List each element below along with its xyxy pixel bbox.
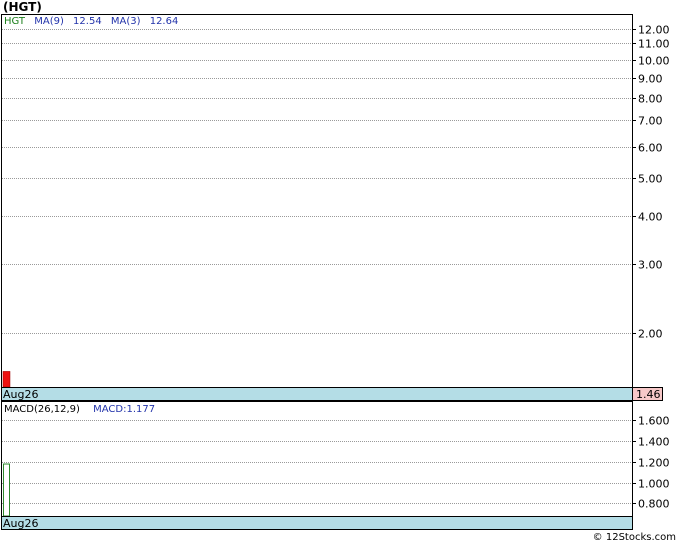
price-panel: 12.0011.00 10.00 9.00 8.00 7.00 6.00 5.00 4.00 3… — [1, 14, 670, 401]
last-price-label: 1.46 — [636, 388, 661, 401]
legend-ma3-value: 12.64 — [150, 16, 179, 27]
price-tick-label: 8.00 — [638, 93, 663, 106]
macd-panel: 1.600 1.400 1.200 1.000 0.800 Aug26 MACD(26,… — [1, 401, 670, 530]
macd-bars — [3, 463, 10, 517]
macd-legend: MACD(26,12,9) MACD:1.177 — [4, 404, 155, 415]
macd-tick-label: 1.200 — [638, 457, 670, 470]
legend-ma9-value: 12.54 — [73, 16, 102, 27]
stock-chart: 12.0011.00 10.00 9.00 8.00 7.00 6.00 5.00 4.00 3… — [1, 14, 670, 530]
price-tick-label: 4.00 — [638, 211, 663, 224]
price-date-axis — [1, 387, 633, 401]
price-tick-label: 10.00 — [638, 55, 670, 68]
macd-tick-label: 1.000 — [638, 478, 670, 491]
price-tick-label: 3.00 — [638, 259, 663, 272]
price-bars — [2, 371, 11, 388]
macd-date-label: Aug26 — [3, 517, 38, 530]
price-date-label: Aug26 — [3, 388, 38, 401]
legend-ticker: HGT — [4, 16, 26, 27]
macd-tick-label: 1.400 — [638, 436, 670, 449]
macd-y-axis: 1.600 1.400 1.200 1.000 0.800 — [632, 415, 670, 511]
price-tick-label: 12.00 — [638, 24, 670, 37]
price-y-axis: 12.0011.00 10.00 9.00 8.00 7.00 6.00 5.00 4.00 3… — [632, 24, 670, 341]
footer-credit: © 12Stocks.com — [592, 532, 676, 543]
macd-legend-value: MACD:1.177 — [93, 404, 155, 415]
macd-legend-params: MACD(26,12,9) — [4, 404, 80, 415]
price-plot-frame — [1, 14, 633, 388]
macd-date-axis — [1, 516, 633, 530]
macd-bar — [3, 463, 10, 517]
legend-ma9-label: MA(9) — [34, 16, 64, 27]
price-tick-label: 7.00 — [638, 115, 663, 128]
macd-tick-label: 0.800 — [638, 498, 670, 511]
price-tick-label: 11.00 — [638, 38, 670, 51]
macd-plot-frame — [1, 401, 633, 517]
price-tick-label: 2.00 — [638, 328, 663, 341]
price-tick-label: 9.00 — [638, 73, 663, 86]
price-tick-label: 5.00 — [638, 173, 663, 186]
price-bar — [2, 371, 11, 388]
macd-tick-label: 1.600 — [638, 415, 670, 428]
legend-ma3-label: MA(3) — [111, 16, 141, 27]
price-tick-label: 6.00 — [638, 142, 663, 155]
